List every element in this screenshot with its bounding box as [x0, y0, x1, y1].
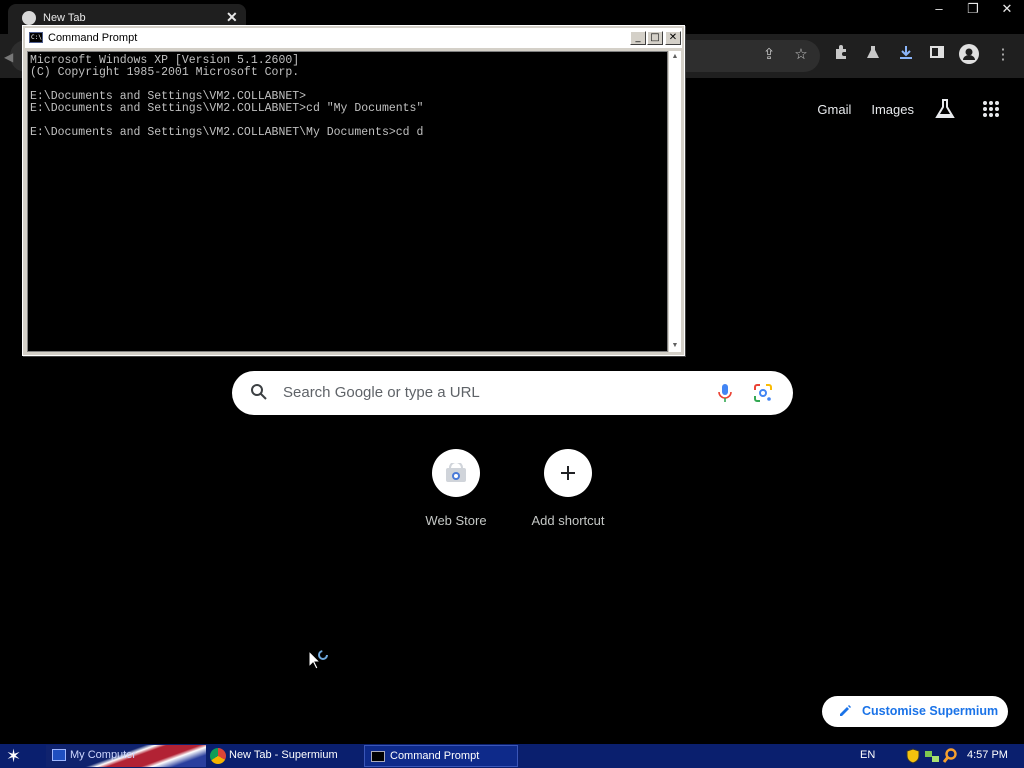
console-line: E:\Documents and Settings\VM2.COLLABNET\…	[30, 126, 424, 139]
cmd-taskbar-icon	[371, 751, 385, 762]
web-store-icon	[432, 449, 480, 497]
pencil-icon	[838, 704, 852, 723]
search-input[interactable]: Search Google or type a URL	[283, 384, 480, 401]
ntp-search-box[interactable]: Search Google or type a URL	[232, 371, 793, 415]
plus-icon	[544, 449, 592, 497]
network-icon[interactable]	[924, 748, 940, 768]
gmail-link[interactable]: Gmail	[817, 102, 851, 117]
taskbar-label: My Computer	[70, 749, 137, 761]
share-icon[interactable]: ⇪	[758, 44, 780, 66]
tab-favicon-icon	[22, 11, 36, 25]
cmd-close-button[interactable]: ✕	[665, 31, 681, 45]
taskbar-chrome-task[interactable]: New Tab - Supermium	[206, 745, 356, 767]
computer-icon	[52, 749, 66, 761]
side-panel-icon[interactable]	[926, 44, 948, 66]
cmd-scrollbar[interactable]: ▲ ▼	[669, 51, 681, 352]
taskbar-label: New Tab - Supermium	[229, 749, 338, 761]
customise-label: Customise Supermium	[862, 704, 999, 718]
command-prompt-window[interactable]: C:\ Command Prompt _ □ ✕ Microsoft Windo…	[22, 25, 685, 356]
scroll-down-arrow-icon[interactable]: ▼	[669, 340, 681, 352]
cmd-window-title: Command Prompt	[48, 32, 138, 44]
taskbar-cmd-task[interactable]: Command Prompt	[364, 745, 518, 767]
google-lens-icon[interactable]	[753, 383, 773, 408]
shortcut-label: Add shortcut	[531, 513, 605, 528]
profile-avatar-icon[interactable]	[958, 44, 980, 66]
supermium-icon	[210, 748, 226, 764]
security-shield-icon[interactable]	[906, 748, 920, 768]
taskbar-my-computer[interactable]: My Computer	[46, 745, 206, 767]
minimize-button[interactable]: –	[922, 0, 956, 18]
cmd-console-output[interactable]: Microsoft Windows XP [Version 5.1.2600] …	[27, 51, 668, 352]
cmd-app-icon: C:\	[29, 32, 43, 43]
labs-flask-icon[interactable]	[862, 44, 884, 66]
shortcut-add[interactable]: Add shortcut	[518, 449, 618, 528]
search-tray-icon[interactable]	[942, 748, 958, 768]
ntp-top-links: Gmail Images	[817, 98, 1000, 120]
back-arrow-icon[interactable]: ◀	[4, 50, 13, 64]
shortcut-label: Web Store	[425, 513, 487, 528]
console-line: E:\Documents and Settings\VM2.COLLABNET>…	[30, 102, 424, 115]
cmd-maximize-button[interactable]: □	[647, 31, 663, 45]
voice-search-mic-icon[interactable]	[718, 383, 732, 408]
tab-close-icon[interactable]: ✕	[226, 9, 238, 26]
taskbar-label: Command Prompt	[390, 750, 480, 762]
cmd-minimize-button[interactable]: _	[630, 31, 646, 45]
download-icon[interactable]	[895, 44, 917, 66]
close-window-button[interactable]: ✕	[990, 0, 1024, 18]
shortcut-web-store[interactable]: Web Store	[406, 449, 506, 528]
scroll-up-arrow-icon[interactable]: ▲	[669, 51, 681, 63]
customise-button[interactable]: Customise Supermium	[822, 696, 1008, 727]
start-button[interactable]: ✶	[6, 746, 28, 766]
language-indicator[interactable]: EN	[860, 749, 875, 761]
cmd-titlebar[interactable]: C:\ Command Prompt _ □ ✕	[25, 28, 682, 48]
browser-window-controls: – ❐ ✕	[922, 0, 1024, 20]
bookmark-star-icon[interactable]: ☆	[790, 44, 812, 66]
apps-grid-icon[interactable]	[982, 100, 1000, 118]
console-line: (C) Copyright 1985-2001 Microsoft Corp.	[30, 66, 300, 79]
images-link[interactable]: Images	[871, 102, 914, 117]
restore-button[interactable]: ❐	[956, 0, 990, 18]
taskbar: ✶ My Computer New Tab - Supermium Comman…	[0, 744, 1024, 768]
tab-title: New Tab	[43, 12, 86, 24]
search-icon	[250, 383, 268, 406]
system-clock[interactable]: 4:57 PM	[967, 749, 1008, 761]
extensions-icon[interactable]	[830, 44, 852, 66]
labs-icon[interactable]	[934, 98, 956, 120]
menu-kebab-icon[interactable]: ⋮	[992, 44, 1014, 66]
desktop-screen: New Tab ✕ – ❐ ✕ ⇪ ☆ ⋮ ◀ Gmail Images Sea…	[0, 0, 1024, 768]
mouse-cursor-busy-icon	[308, 649, 332, 677]
